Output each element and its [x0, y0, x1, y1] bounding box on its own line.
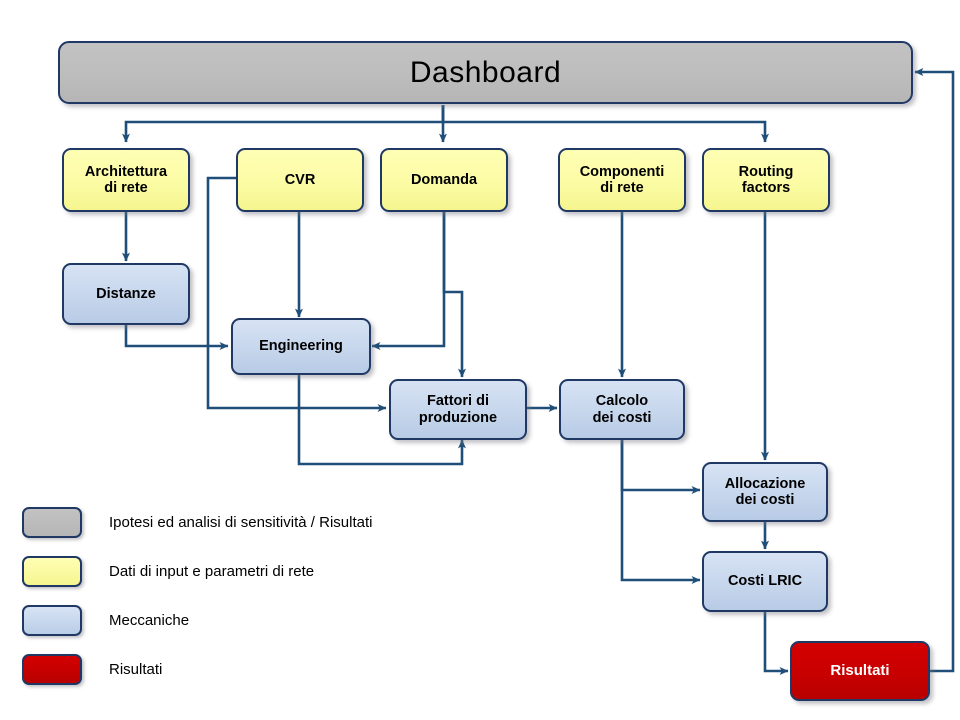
node-risultati-label: Risultati [830, 661, 890, 679]
node-risultati[interactable]: Risultati [790, 641, 930, 701]
node-allocazione-dei-costi[interactable]: Allocazione dei costi [702, 462, 828, 522]
legend-label-results: Risultati [109, 660, 163, 678]
node-componenti-di-rete[interactable]: Componenti di rete [558, 148, 686, 212]
node-costi-lric-label: Costi LRIC [727, 573, 803, 590]
node-dashboard[interactable]: Dashboard [58, 41, 913, 104]
node-engineering[interactable]: Engineering [231, 318, 371, 375]
node-distanze-label: Distanze [96, 285, 156, 302]
edge-lric-risultati [763, 612, 789, 675]
node-architettura-di-rete[interactable]: Architettura di rete [62, 148, 190, 212]
node-componenti-di-rete-label: Componenti di rete [579, 163, 665, 196]
legend: Ipotesi ed analisi di sensitività / Risu… [22, 498, 452, 694]
node-costi-lric[interactable]: Costi LRIC [702, 551, 828, 612]
edge-risultati-dashboard [914, 68, 955, 673]
legend-swatch-assumptions [22, 506, 82, 538]
node-domanda-label: Domanda [410, 171, 478, 188]
node-calcolo-dei-costi[interactable]: Calcolo dei costi [559, 379, 685, 440]
node-calcolo-dei-costi-label: Calcolo dei costi [592, 393, 652, 426]
legend-item-mechanics: Meccaniche [22, 596, 452, 644]
node-dashboard-label: Dashboard [409, 55, 562, 89]
legend-item-results: Risultati [22, 645, 452, 693]
legend-swatch-input [22, 555, 82, 587]
legend-swatch-results [22, 653, 82, 685]
node-engineering-label: Engineering [259, 338, 343, 355]
legend-swatch-mechanics [22, 604, 82, 636]
edge-domanda-fattori [442, 212, 466, 378]
node-distanze[interactable]: Distanze [62, 263, 190, 325]
node-cvr-label: CVR [284, 171, 316, 188]
legend-item-assumptions: Ipotesi ed analisi di sensitività / Risu… [22, 498, 452, 546]
legend-label-assumptions: Ipotesi ed analisi di sensitività / Risu… [109, 513, 373, 531]
node-routing-factors[interactable]: Routing factors [702, 148, 830, 212]
edge-distanze-engineering [124, 325, 229, 350]
edge-domanda-engineering [371, 212, 446, 350]
edge-calcolo-allocazione [620, 440, 701, 494]
node-domanda[interactable]: Domanda [380, 148, 508, 212]
diagram-canvas: Dashboard Architettura di rete CVR Domand… [0, 0, 960, 720]
legend-label-mechanics: Meccaniche [109, 611, 190, 629]
edge-calcolo-lric [620, 440, 701, 584]
legend-label-input: Dati di input e parametri di rete [109, 562, 315, 580]
edge-dashboard-architettura [122, 105, 445, 143]
node-routing-factors-label: Routing factors [738, 163, 794, 196]
node-fattori-di-produzione[interactable]: Fattori di produzione [389, 379, 527, 440]
edge-dashboard-routing [441, 105, 769, 143]
node-cvr[interactable]: CVR [236, 148, 364, 212]
node-fattori-di-produzione-label: Fattori di produzione [418, 393, 498, 426]
node-architettura-di-rete-label: Architettura di rete [84, 163, 168, 196]
node-allocazione-dei-costi-label: Allocazione dei costi [724, 475, 806, 508]
legend-item-input: Dati di input e parametri di rete [22, 547, 452, 595]
